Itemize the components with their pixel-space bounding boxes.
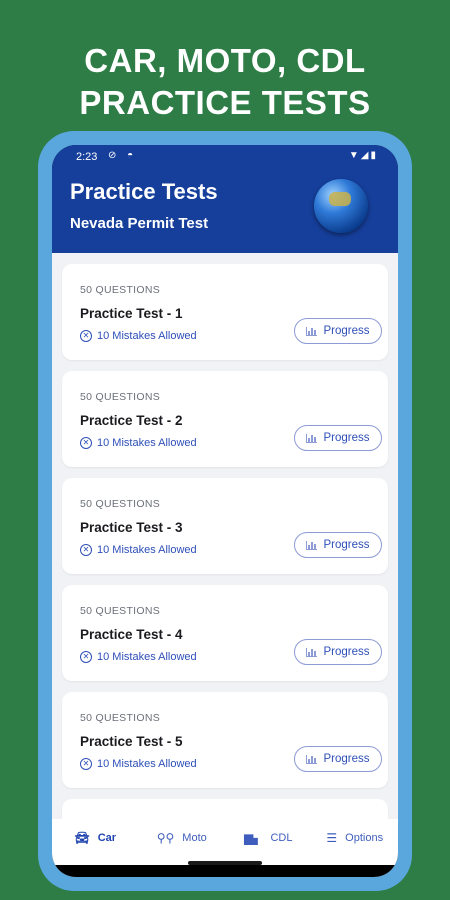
x-circle-icon: ✕: [80, 437, 92, 449]
promo-headline: CAR, MOTO, CDL PRACTICE TESTS: [0, 40, 450, 124]
x-circle-icon: ✕: [80, 651, 92, 663]
mistakes-label: 10 Mistakes Allowed: [97, 330, 197, 342]
progress-label: Progress: [323, 539, 370, 551]
test-title: Practice Test - 1: [80, 306, 183, 321]
test-title: Practice Test - 3: [80, 520, 183, 535]
test-card[interactable]: 50 QUESTIONS Practice Test - 1 ✕ 10 Mist…: [62, 264, 388, 360]
progress-label: Progress: [323, 325, 370, 337]
test-title: Practice Test - 4: [80, 627, 183, 642]
status-notification-icons: ⊘ ◓: [108, 150, 138, 161]
question-count: 50 QUESTIONS: [80, 498, 161, 510]
nav-options[interactable]: ☰ Options: [312, 819, 399, 857]
screen-bezel-bottom: [52, 865, 398, 877]
nav-moto-label: Moto: [182, 832, 207, 844]
progress-button[interactable]: Progress: [294, 639, 382, 665]
mistakes-allowed: ✕ 10 Mistakes Allowed: [80, 651, 197, 663]
question-count: 50 QUESTIONS: [80, 712, 161, 724]
x-circle-icon: ✕: [80, 330, 92, 342]
bar-chart-icon: [306, 433, 318, 443]
nav-cdl-label: CDL: [270, 832, 293, 844]
bottom-navigation: 🚘︎ Car ⚲⚲ Moto ▆▖ CDL ☰ Options: [52, 819, 398, 857]
app-header: 2:23 ⊘ ◓ ▼◢▮ Practice Tests Nevada Permi…: [52, 145, 398, 253]
progress-label: Progress: [323, 432, 370, 444]
bar-chart-icon: [306, 754, 318, 764]
test-card[interactable]: 50 QUESTIONS Practice Test - 4 ✕ 10 Mist…: [62, 585, 388, 681]
car-icon: 🚘︎: [74, 831, 90, 845]
x-circle-icon: ✕: [80, 758, 92, 770]
test-card-partial[interactable]: [62, 799, 388, 819]
phone-screen: 2:23 ⊘ ◓ ▼◢▮ Practice Tests Nevada Permi…: [52, 145, 398, 877]
test-list[interactable]: 50 QUESTIONS Practice Test - 1 ✕ 10 Mist…: [52, 253, 398, 819]
mistakes-label: 10 Mistakes Allowed: [97, 651, 197, 663]
mistakes-label: 10 Mistakes Allowed: [97, 544, 197, 556]
progress-label: Progress: [323, 753, 370, 765]
mistakes-label: 10 Mistakes Allowed: [97, 758, 197, 770]
mistakes-label: 10 Mistakes Allowed: [97, 437, 197, 449]
promo-line-2: PRACTICE TESTS: [79, 84, 371, 121]
mistakes-allowed: ✕ 10 Mistakes Allowed: [80, 544, 197, 556]
nav-moto[interactable]: ⚲⚲ Moto: [139, 819, 226, 857]
nav-cdl[interactable]: ▆▖ CDL: [225, 819, 312, 857]
nav-options-label: Options: [345, 832, 384, 844]
question-count: 50 QUESTIONS: [80, 284, 161, 296]
phone-frame: 2:23 ⊘ ◓ ▼◢▮ Practice Tests Nevada Permi…: [38, 131, 412, 891]
status-time: 2:23: [76, 151, 98, 163]
nav-car[interactable]: 🚘︎ Car: [52, 819, 139, 857]
state-seal-icon: [329, 192, 351, 206]
status-system-icons: ▼◢▮: [348, 150, 378, 161]
status-bar: 2:23 ⊘ ◓ ▼◢▮: [52, 145, 398, 169]
motorcycle-icon: ⚲⚲: [156, 831, 175, 845]
mistakes-allowed: ✕ 10 Mistakes Allowed: [80, 437, 197, 449]
promo-line-1: CAR, MOTO, CDL: [84, 42, 366, 79]
progress-button[interactable]: Progress: [294, 425, 382, 451]
test-card[interactable]: 50 QUESTIONS Practice Test - 5 ✕ 10 Mist…: [62, 692, 388, 788]
page-subtitle: Nevada Permit Test: [70, 215, 209, 232]
test-title: Practice Test - 5: [80, 734, 183, 749]
menu-icon: ☰: [326, 831, 338, 845]
mistakes-allowed: ✕ 10 Mistakes Allowed: [80, 758, 197, 770]
bar-chart-icon: [306, 647, 318, 657]
page-title: Practice Tests: [70, 179, 218, 204]
test-title: Practice Test - 2: [80, 413, 183, 428]
nav-car-label: Car: [97, 832, 117, 844]
question-count: 50 QUESTIONS: [80, 391, 161, 403]
bar-chart-icon: [306, 326, 318, 336]
progress-button[interactable]: Progress: [294, 318, 382, 344]
test-card[interactable]: 50 QUESTIONS Practice Test - 2 ✕ 10 Mist…: [62, 371, 388, 467]
progress-button[interactable]: Progress: [294, 746, 382, 772]
bar-chart-icon: [306, 540, 318, 550]
truck-icon: ▆▖: [244, 831, 263, 845]
question-count: 50 QUESTIONS: [80, 605, 161, 617]
test-card[interactable]: 50 QUESTIONS Practice Test - 3 ✕ 10 Mist…: [62, 478, 388, 574]
x-circle-icon: ✕: [80, 544, 92, 556]
mistakes-allowed: ✕ 10 Mistakes Allowed: [80, 330, 197, 342]
progress-button[interactable]: Progress: [294, 532, 382, 558]
progress-label: Progress: [323, 646, 370, 658]
state-flag-avatar[interactable]: [314, 179, 368, 233]
